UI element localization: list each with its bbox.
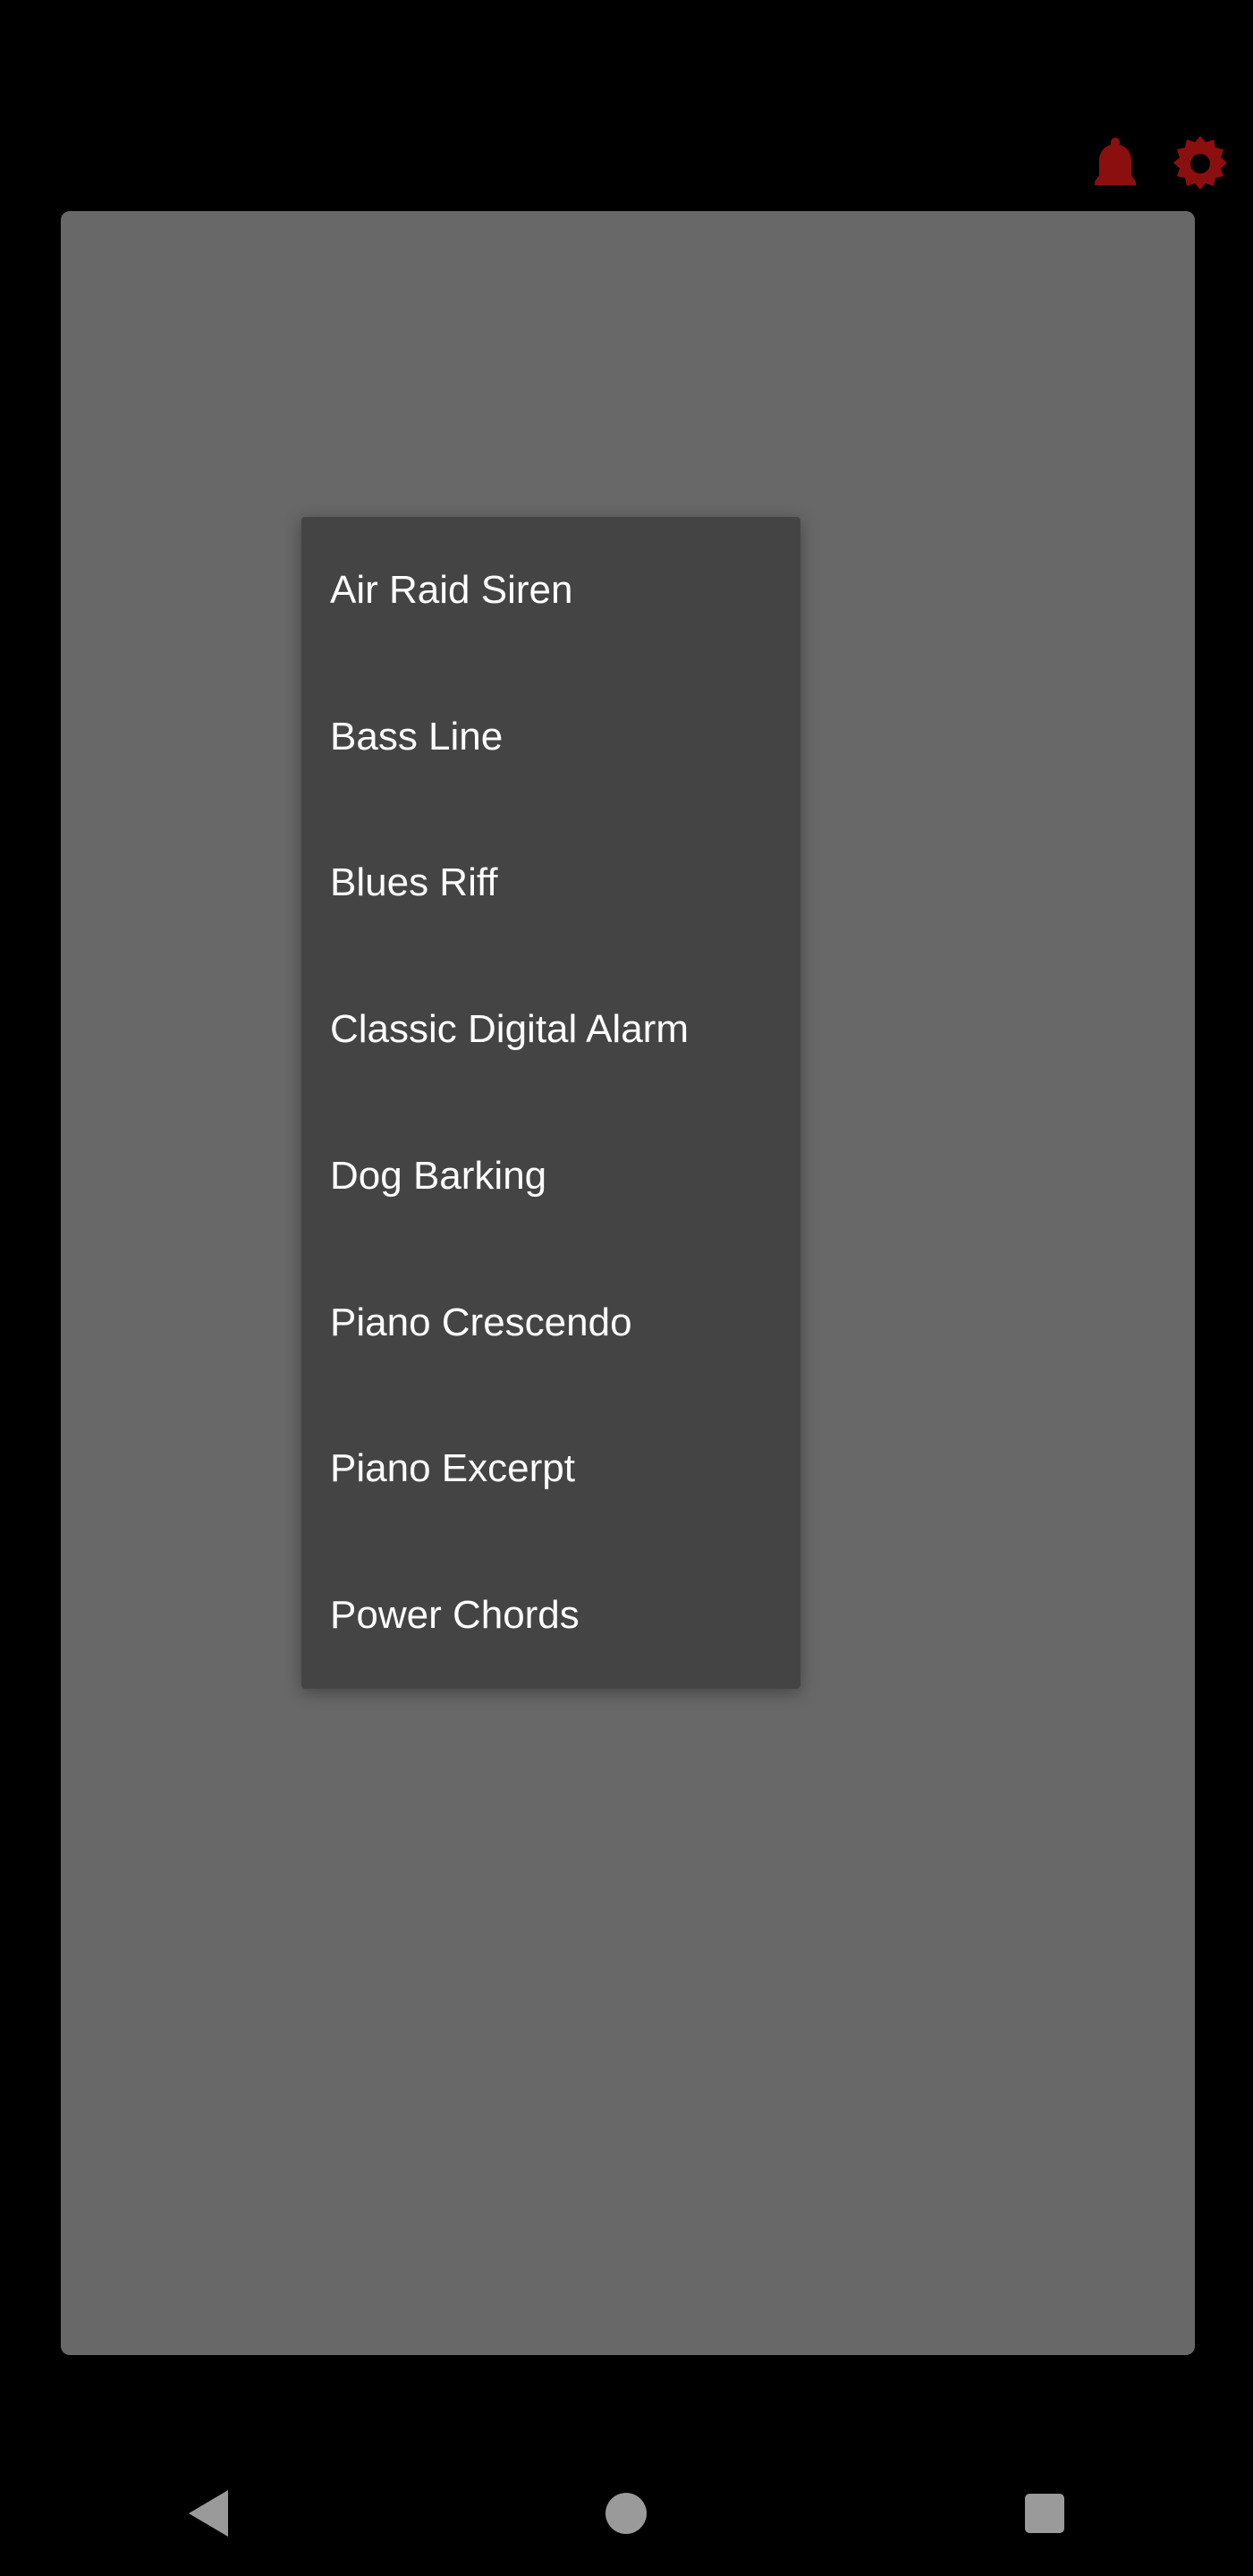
dropdown-item[interactable]: Blues Riff [301, 810, 800, 957]
dropdown-item[interactable]: Piano Crescendo [301, 1250, 800, 1396]
bell-icon[interactable] [1090, 136, 1140, 196]
dropdown-item[interactable]: Power Chords [301, 1542, 800, 1689]
alarm-sound-dropdown[interactable]: Air Raid Siren Bass Line Blues Riff Classic… [301, 517, 800, 1689]
gear-icon[interactable] [1171, 134, 1230, 198]
dropdown-item[interactable]: Piano Excerpt [301, 1396, 800, 1543]
dropdown-item[interactable]: Classic Digital Alarm [301, 956, 800, 1103]
recents-square-icon[interactable] [1024, 2494, 1064, 2533]
dropdown-item[interactable]: Dog Barking [301, 1103, 800, 1250]
back-triangle-icon[interactable] [189, 2490, 229, 2537]
android-navigation-bar [0, 2451, 1253, 2576]
top-icon-group [1090, 134, 1230, 198]
dropdown-item[interactable]: Bass Line [301, 664, 800, 810]
home-circle-icon[interactable] [605, 2493, 648, 2534]
dropdown-item[interactable]: Air Raid Siren [301, 517, 800, 664]
